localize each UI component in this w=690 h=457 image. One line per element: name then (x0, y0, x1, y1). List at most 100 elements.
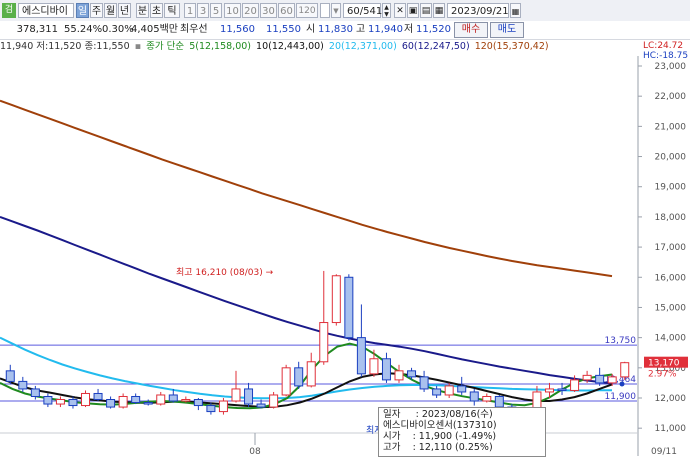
tab-week[interactable]: 주 (90, 3, 103, 18)
high-price: 11,940 (368, 24, 403, 35)
candle-body (407, 370, 417, 378)
date-field[interactable]: 2023/09/21 (447, 3, 509, 18)
legend-marker-icon: ▪ (134, 41, 142, 52)
count-stepper-icon[interactable]: ▲ ▼ (382, 3, 391, 18)
tab-tick[interactable]: 틱 (164, 3, 180, 18)
interval-60[interactable]: 60 (278, 3, 295, 18)
high-annotation: 최고 16,210 (08/03) → (176, 267, 274, 278)
zoom-icon[interactable]: ▤ (420, 3, 432, 18)
current-price-label: 13,170 (648, 359, 680, 369)
y-tick-label: 18,000 (655, 213, 687, 223)
candle-body (444, 385, 454, 396)
candle-body (269, 394, 279, 408)
chart-legend: 11,940 저:11,520 종:11,550 ▪ 종가 단순 5(12,15… (0, 40, 551, 54)
y-tick-label: 21,000 (655, 122, 687, 132)
legend-ma5: 5(12,158,00) (189, 41, 251, 52)
candle-body (106, 399, 116, 408)
interval-dropdown-icon[interactable]: ▼ (331, 3, 341, 18)
tooltip-stock-name: 에스디바이오센서(137310) (383, 420, 497, 431)
tooltip-high-label: 고가 (383, 442, 401, 453)
buy-button[interactable]: 매수 (454, 22, 488, 38)
lc-readout: LC:24.72 (643, 41, 684, 51)
tab-day[interactable]: 일 (76, 3, 89, 18)
tooltip-open-label: 시가 (383, 431, 401, 442)
interval-1[interactable]: 1 (184, 3, 196, 18)
candle-body (457, 385, 467, 393)
ma-line-60 (0, 215, 613, 385)
candle-body (131, 395, 141, 404)
expand-icon[interactable]: ✕ (394, 3, 406, 18)
interval-3[interactable]: 3 (197, 3, 209, 18)
y-tick-label: 15,000 (655, 303, 687, 313)
candle-body (43, 395, 53, 405)
quote-bar: 378,311 55.24% 0.30% 4,405백만 최우선 11,560 … (0, 21, 690, 40)
y-tick-label: 16,000 (655, 273, 687, 283)
ohlc-readout: 11,940 저:11,520 종:11,550 (0, 41, 130, 52)
candle-body (607, 376, 617, 384)
price-level-label: 12,464 (605, 375, 637, 385)
calendar-icon[interactable]: ▦ (510, 3, 521, 18)
candle-body (544, 388, 554, 393)
y-tick-label: 13,000 (655, 364, 687, 374)
sell-button[interactable]: 매도 (490, 22, 524, 38)
candle-body (181, 399, 191, 402)
hc-readout: HC:-18.75 (643, 51, 689, 61)
y-tick-label: 23,000 (655, 62, 687, 72)
candle-body (156, 394, 166, 405)
price-level-label: 11,900 (605, 392, 637, 402)
candle-body (432, 388, 442, 396)
candle-body (469, 391, 479, 402)
candle-body (281, 367, 291, 396)
ma-type-label: 종가 단순 (146, 41, 185, 52)
current-price-badge (644, 356, 688, 368)
interval-5[interactable]: 5 (210, 3, 222, 18)
interval-10[interactable]: 10 (224, 3, 241, 18)
tooltip-open-value: : 11,900 (-1.49%) (412, 431, 497, 442)
candle-body (595, 374, 605, 384)
candle-body (331, 275, 341, 324)
candle-body (620, 362, 630, 378)
stock-search-icon[interactable]: 검 (2, 3, 16, 18)
interval-120[interactable]: 120 (296, 3, 318, 18)
candle-body (570, 379, 580, 391)
candle-body (193, 399, 203, 407)
candle-body (394, 370, 404, 381)
candle-body (244, 388, 254, 405)
tab-second[interactable]: 초 (150, 3, 163, 18)
interval-20[interactable]: 20 (242, 3, 259, 18)
plot-area (0, 56, 638, 456)
candle-body (206, 405, 216, 413)
tab-minute[interactable]: 분 (136, 3, 149, 18)
level-marker-dot (619, 381, 625, 387)
interval-input[interactable] (320, 3, 330, 18)
legend-ma60: 60(12,247,50) (401, 41, 470, 52)
candle-tooltip: 일자 : 2023/08/16(수) 에스디바이오센서(137310) 시가 :… (378, 407, 546, 457)
settings-icon[interactable]: ▦ (433, 3, 445, 18)
open-price: 11,830 (318, 24, 353, 35)
stock-name-field[interactable]: 에스디바이 (18, 3, 74, 18)
candle-body (218, 400, 228, 413)
count-field[interactable]: 60/541 (343, 3, 382, 18)
candle-body (319, 322, 329, 363)
y-tick-label: 20,000 (655, 153, 687, 163)
candle-body (494, 395, 504, 408)
candle-body (231, 388, 241, 402)
tooltip-date-value: : 2023/08/16(수) (415, 409, 493, 420)
y-tick-label: 12,000 (655, 394, 687, 404)
tooltip-high-value: : 12,110 (0.25%) (412, 442, 493, 453)
turnover-value: 0.30% (102, 24, 134, 35)
candle-body (143, 402, 153, 405)
candle-body (81, 392, 91, 407)
candle-body (294, 367, 304, 387)
volume-value: 378,311 (16, 24, 58, 35)
interval-30[interactable]: 30 (260, 3, 277, 18)
candle-body (55, 399, 65, 405)
price-chart[interactable]: 13,750 12,464 11,900 23,000 22,000 21,000 20,… (0, 0, 690, 456)
candle-body (256, 403, 266, 408)
tab-month[interactable]: 월 (104, 3, 117, 18)
tab-year[interactable]: 년 (118, 3, 131, 18)
save-icon[interactable]: ▣ (407, 3, 419, 18)
candle-body (419, 376, 429, 390)
amount-value: 4,405백만 (130, 24, 178, 35)
open-label: 시 (306, 24, 316, 35)
